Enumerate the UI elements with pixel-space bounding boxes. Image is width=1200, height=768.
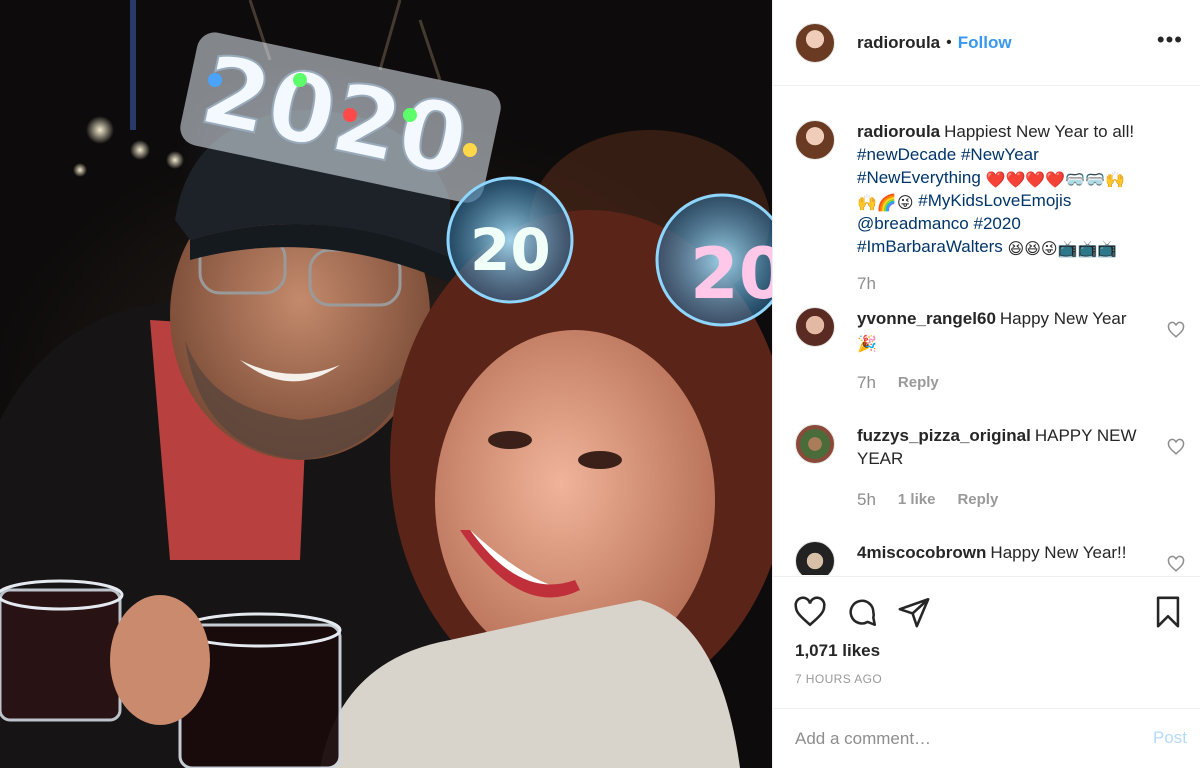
- author-avatar[interactable]: [795, 22, 835, 63]
- heart-icon[interactable]: [793, 595, 827, 629]
- comment-username[interactable]: fuzzys_pizza_original: [857, 426, 1031, 445]
- post-panel: radioroula • Follow ••• radioroula Happie…: [772, 0, 1200, 768]
- action-bar: [791, 595, 1183, 629]
- comment-composer: Post: [773, 708, 1200, 768]
- author-username[interactable]: radioroula: [857, 33, 940, 53]
- reply-button[interactable]: Reply: [898, 371, 939, 394]
- caption-hashtags-5[interactable]: #ImBarbaraWalters: [857, 237, 1003, 256]
- caption-hashtag-2020[interactable]: #2020: [974, 214, 1021, 233]
- caption-meta: 7h: [857, 272, 1177, 295]
- caption-text: Happiest New Year to all!: [944, 122, 1135, 141]
- comment-icon[interactable]: [845, 595, 879, 629]
- caption-hashtags-3[interactable]: #MyKidsLoveEmojis: [918, 191, 1071, 210]
- comment-username[interactable]: 4miscocobrown: [857, 543, 986, 562]
- comment-text: Happy New Year!!: [990, 543, 1127, 562]
- party-popper-emoji: 🎉: [857, 336, 877, 353]
- caption-time: 7h: [857, 274, 876, 293]
- ear-left-text: 20: [470, 216, 551, 284]
- caption: radioroula Happiest New Year to all! #new…: [795, 120, 1185, 295]
- heart-icon[interactable]: [1167, 438, 1185, 456]
- cup-left: [0, 579, 124, 722]
- comment-avatar[interactable]: [795, 307, 835, 347]
- reply-button[interactable]: Reply: [957, 488, 998, 511]
- more-icon[interactable]: •••: [1157, 29, 1183, 51]
- comment-body: fuzzys_pizza_original HAPPY NEW YEAR 5h 1…: [857, 424, 1147, 514]
- like-count[interactable]: 1 like: [898, 488, 936, 511]
- comment-body: yvonne_rangel60 Happy New Year 🎉 7h Reply: [857, 307, 1147, 397]
- post-photo: 2020 20 20: [0, 0, 772, 768]
- caption-emojis-3: 🙌🌈😜: [857, 195, 914, 212]
- comment-time: 5h: [857, 490, 876, 509]
- post-header: radioroula • Follow •••: [773, 0, 1200, 86]
- caption-hashtags-2[interactable]: #NewEverything: [857, 168, 981, 187]
- caption-body: radioroula Happiest New Year to all! #new…: [857, 120, 1177, 295]
- comment-meta: 7h Reply: [857, 371, 1147, 394]
- comment-text: Happy New Year: [999, 309, 1127, 328]
- comment-item: 4miscocobrown Happy New Year!!: [795, 541, 1185, 575]
- comment-body: 4miscocobrown Happy New Year!!: [857, 541, 1147, 575]
- share-icon[interactable]: [897, 595, 931, 629]
- comment-avatar[interactable]: [795, 424, 835, 464]
- comment-username[interactable]: yvonne_rangel60: [857, 309, 996, 328]
- caption-emojis-2: ❤️❤️❤️❤️🥽🥽🙌: [985, 172, 1125, 189]
- post-timestamp: 7 HOURS AGO: [795, 672, 883, 686]
- comment-item: yvonne_rangel60 Happy New Year 🎉 7h Reply: [795, 307, 1185, 397]
- comment-avatar[interactable]: [795, 541, 835, 575]
- heart-icon[interactable]: [1167, 555, 1185, 573]
- comment-meta: 5h 1 like Reply: [857, 488, 1147, 511]
- bookmark-icon[interactable]: [1153, 595, 1183, 629]
- comment-time: 7h: [857, 373, 876, 392]
- comments-list[interactable]: radioroula Happiest New Year to all! #new…: [773, 87, 1200, 575]
- caption-mention[interactable]: @breadmanco: [857, 214, 969, 233]
- photo-scene: 2020 20 20: [0, 0, 772, 768]
- comment-item: fuzzys_pizza_original HAPPY NEW YEAR 5h 1…: [795, 424, 1185, 514]
- caption-hashtags-1[interactable]: #newDecade #NewYear: [857, 145, 1039, 164]
- caption-avatar[interactable]: [795, 120, 835, 160]
- caption-username[interactable]: radioroula: [857, 122, 940, 141]
- comment-input[interactable]: [795, 728, 1125, 749]
- likes-count[interactable]: 1,071 likes: [795, 641, 880, 661]
- heart-icon[interactable]: [1167, 321, 1185, 339]
- post-actions: 1,071 likes 7 HOURS AGO: [773, 576, 1200, 716]
- follow-button[interactable]: Follow: [958, 33, 1012, 53]
- caption-emojis-5: 😆😆😜📺📺📺: [1007, 241, 1118, 258]
- ear-right-text: 20: [690, 233, 772, 315]
- separator-dot: •: [946, 33, 952, 51]
- post-button[interactable]: Post: [1153, 728, 1187, 748]
